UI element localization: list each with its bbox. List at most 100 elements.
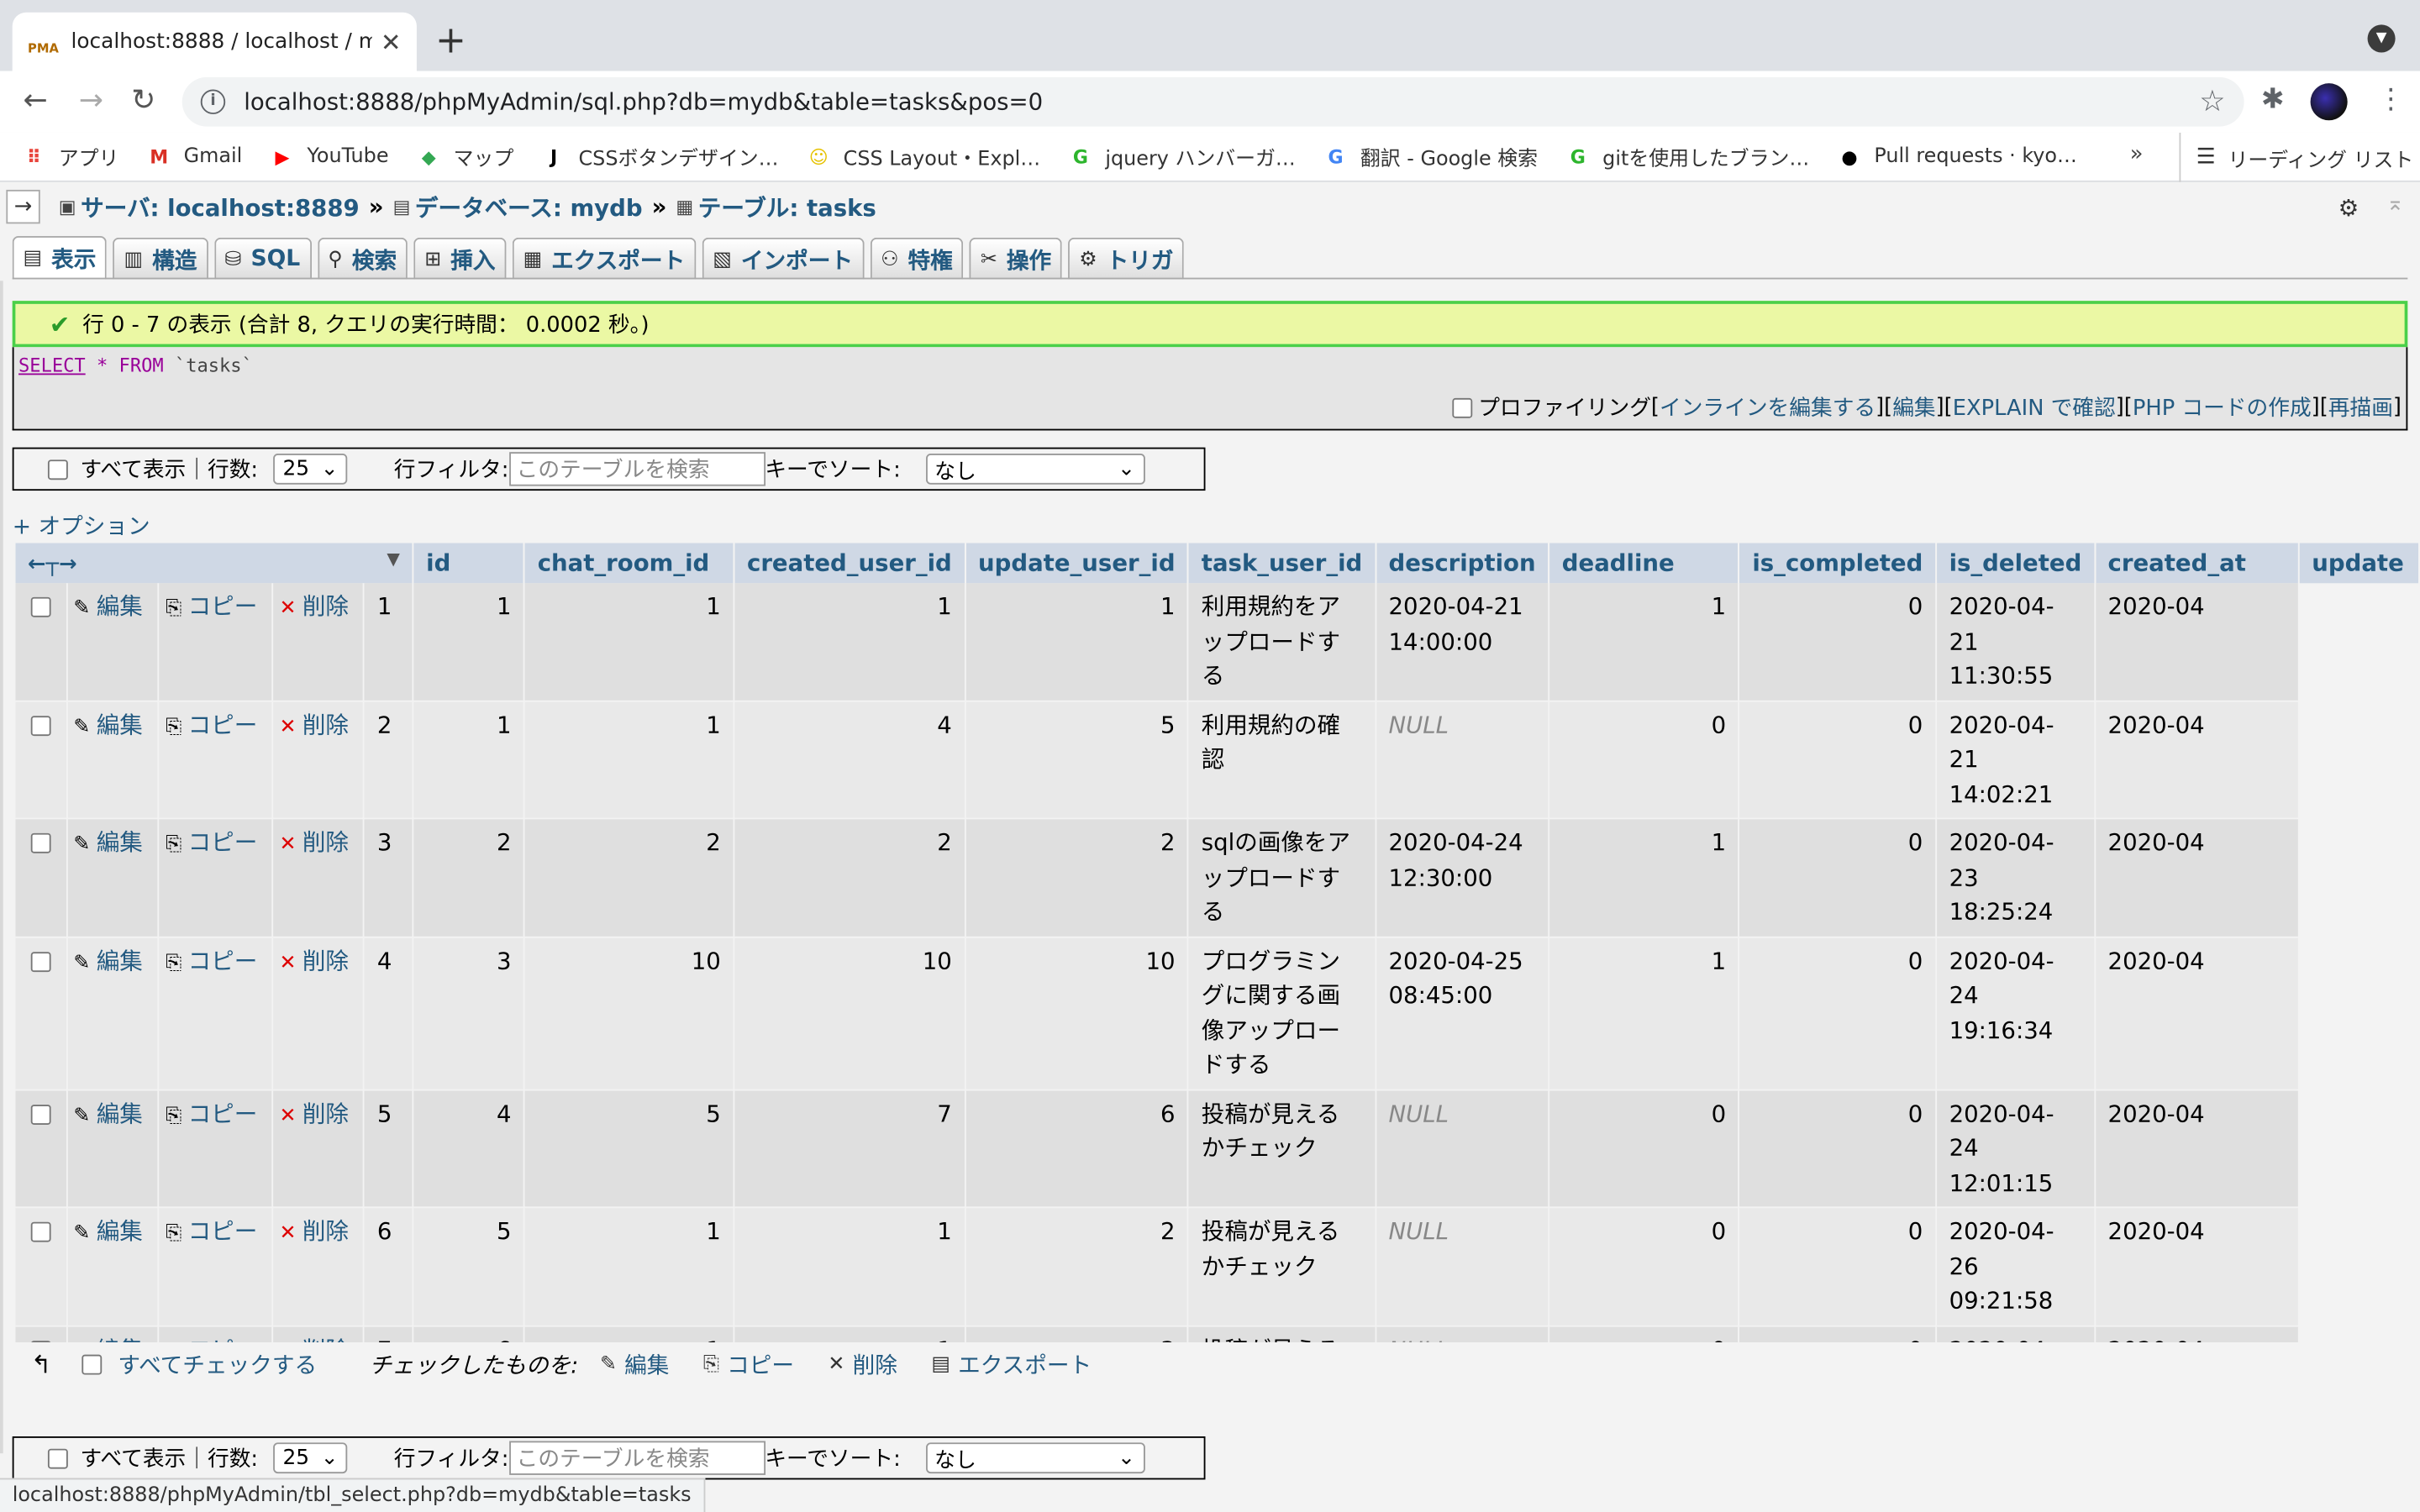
browser-tab[interactable]: PMA localhost:8888 / localhost / my ✕ (12, 12, 417, 71)
cell-chat-room-id[interactable]: 6 (413, 1325, 526, 1342)
cell-created-at[interactable]: 2020-04-26 11:22:44 (1935, 1325, 2096, 1342)
bookmark-item[interactable]: M Gmail (147, 144, 242, 169)
php-code-link[interactable]: PHP コードの作成 (2133, 392, 2312, 423)
column-header-created-user-id[interactable]: created_user_id (734, 543, 966, 584)
column-header-chat-room-id[interactable]: chat_room_id (524, 543, 735, 584)
cell-id[interactable]: 6 (364, 1207, 414, 1326)
sql-keyword-select[interactable]: SELECT (18, 354, 86, 376)
cell-task-user-id[interactable]: 3 (965, 1325, 1190, 1342)
cell-created-user-id[interactable]: 1 (524, 1325, 735, 1342)
row-edit-button[interactable]: ✎編集 (73, 711, 143, 738)
cell-created-at[interactable]: 2020-04-24 19:16:34 (1935, 936, 2096, 1090)
row-checkbox[interactable] (30, 832, 51, 853)
cell-task-user-id[interactable]: 2 (965, 818, 1190, 937)
rows-select[interactable]: 25 ⌄ (273, 454, 348, 485)
row-delete-button[interactable]: ✕削除 (279, 828, 349, 856)
bookmark-item[interactable]: ◆ マップ (417, 142, 514, 171)
row-delete-button[interactable]: ✕削除 (279, 947, 349, 974)
cell-is-completed[interactable]: 0 (1549, 700, 1740, 820)
sort-dropdown-icon[interactable]: ▼ (387, 549, 400, 570)
cell-description[interactable]: 投稿が見えるかチェック (1188, 1325, 1376, 1342)
cell-is-deleted[interactable]: 0 (1739, 700, 1937, 820)
cell-chat-room-id[interactable]: 5 (413, 1207, 526, 1326)
row-copy-button[interactable]: ⎘コピー (166, 1336, 257, 1342)
row-copy-button[interactable]: ⎘コピー (166, 592, 257, 620)
bulk-copy-button[interactable]: ⎘ コピー (703, 1347, 794, 1380)
cell-update[interactable]: 2020-04 (2094, 1207, 2300, 1326)
cell-created-user-id[interactable]: 1 (524, 583, 735, 701)
sort-key-select[interactable]: なし ⌄ (925, 454, 1144, 485)
explain-link[interactable]: EXPLAIN で確認 (1953, 392, 2116, 423)
row-edit-button[interactable]: ✎編集 (73, 592, 143, 620)
bookmark-star-icon[interactable]: ☆ (2199, 85, 2225, 118)
breadcrumb-server[interactable]: サーバ: localhost:8889 (81, 191, 360, 223)
column-move-arrows-icon[interactable]: ←┬→ (28, 553, 77, 577)
cell-update-user-id[interactable]: 4 (734, 700, 966, 820)
cell-id[interactable]: 7 (364, 1325, 414, 1342)
refresh-link[interactable]: 再描画 (2328, 392, 2393, 423)
breadcrumb-database[interactable]: データベース: mydb (415, 191, 643, 223)
check-all-link[interactable]: すべてチェックする (118, 1347, 317, 1380)
cell-is-completed[interactable]: 0 (1549, 1325, 1740, 1342)
bookmark-item[interactable]: Ggitを使用したブラン… (1565, 142, 1810, 171)
bookmark-item[interactable]: Gjquery ハンバーガ… (1068, 142, 1296, 171)
close-tab-icon[interactable]: ✕ (381, 27, 402, 56)
collapse-nav-icon[interactable]: → (6, 189, 40, 224)
cell-deadline[interactable]: NULL (1375, 1207, 1550, 1326)
bulk-export-button[interactable]: ▤ エクスポート (931, 1347, 1092, 1380)
row-delete-button[interactable]: ✕削除 (279, 1336, 349, 1342)
row-edit-button[interactable]: ✎編集 (73, 947, 143, 974)
show-all-checkbox[interactable] (47, 459, 68, 480)
breadcrumb-table[interactable]: テーブル: tasks (698, 191, 876, 223)
cell-task-user-id[interactable]: 1 (965, 583, 1190, 701)
row-copy-button[interactable]: ⎘コピー (166, 1100, 257, 1127)
cell-is-deleted[interactable]: 0 (1739, 1325, 1937, 1342)
cell-is-deleted[interactable]: 0 (1739, 583, 1937, 701)
cell-created-user-id[interactable]: 2 (524, 818, 735, 937)
cell-update-user-id[interactable]: 1 (734, 1207, 966, 1326)
bookmark-item[interactable]: ● Pull requests · kyo… (1837, 144, 2077, 169)
cell-created-at[interactable]: 2020-04-24 12:01:15 (1935, 1089, 2096, 1209)
cell-created-at[interactable]: 2020-04-21 11:30:55 (1935, 583, 2096, 701)
cell-id[interactable]: 3 (364, 818, 414, 937)
cell-description[interactable]: プログラミングに関する画像アップロードする (1188, 936, 1376, 1090)
column-header-update-user-id[interactable]: update_user_id (965, 543, 1190, 584)
cell-deadline[interactable]: 2020-04-24 12:30:00 (1375, 818, 1550, 937)
row-checkbox[interactable] (30, 596, 51, 617)
address-bar[interactable]: i localhost:8888/phpMyAdmin/sql.php?db=m… (182, 76, 2244, 127)
sort-key-select[interactable]: なし ⌄ (925, 1442, 1144, 1474)
settings-gear-icon[interactable]: ⚙ (2338, 194, 2360, 222)
cell-is-deleted[interactable]: 0 (1739, 1089, 1937, 1209)
row-delete-button[interactable]: ✕削除 (279, 1217, 349, 1245)
cell-is-deleted[interactable]: 0 (1739, 936, 1937, 1090)
row-edit-button[interactable]: ✎編集 (73, 1217, 143, 1245)
bookmark-item[interactable]: G 翻訳 - Google 検索 (1323, 142, 1538, 171)
cell-created-user-id[interactable]: 1 (524, 700, 735, 820)
tab-import[interactable]: ▧ インポート (702, 237, 864, 280)
row-copy-button[interactable]: ⎘コピー (166, 947, 257, 974)
column-header-is-completed[interactable]: is_completed (1739, 543, 1937, 584)
cell-created-at[interactable]: 2020-04-23 18:25:24 (1935, 818, 2096, 937)
cell-is-completed[interactable]: 0 (1549, 1207, 1740, 1326)
cell-chat-room-id[interactable]: 1 (413, 583, 526, 701)
row-delete-button[interactable]: ✕削除 (279, 592, 349, 620)
tab-browse[interactable]: ▤ 表示 (12, 236, 108, 280)
cell-update-user-id[interactable]: 10 (734, 936, 966, 1090)
tab-operations[interactable]: ✂ 操作 (969, 237, 1063, 280)
row-checkbox[interactable] (30, 1340, 51, 1342)
tab-sql[interactable]: ⛁ SQL (213, 237, 312, 280)
browser-menu-icon[interactable]: ⋮ (2377, 81, 2405, 121)
column-header-update[interactable]: update (2298, 543, 2420, 584)
cell-description[interactable]: 投稿が見えるかチェック (1188, 1089, 1376, 1209)
tab-privileges[interactable]: ⚇ 特権 (870, 237, 964, 280)
row-copy-button[interactable]: ⎘コピー (166, 711, 257, 738)
cell-update-user-id[interactable]: 2 (734, 818, 966, 937)
tab-search[interactable]: ⚲ 検索 (317, 237, 408, 280)
tab-insert[interactable]: ⊞ 挿入 (413, 237, 507, 280)
cell-task-user-id[interactable]: 2 (965, 1207, 1190, 1326)
row-copy-button[interactable]: ⎘コピー (166, 828, 257, 856)
cell-is-completed[interactable]: 0 (1549, 1089, 1740, 1209)
cell-id[interactable]: 1 (364, 583, 414, 701)
cell-update[interactable]: 2020-04 (2094, 818, 2300, 937)
bulk-delete-button[interactable]: ✕ 削除 (828, 1347, 897, 1380)
